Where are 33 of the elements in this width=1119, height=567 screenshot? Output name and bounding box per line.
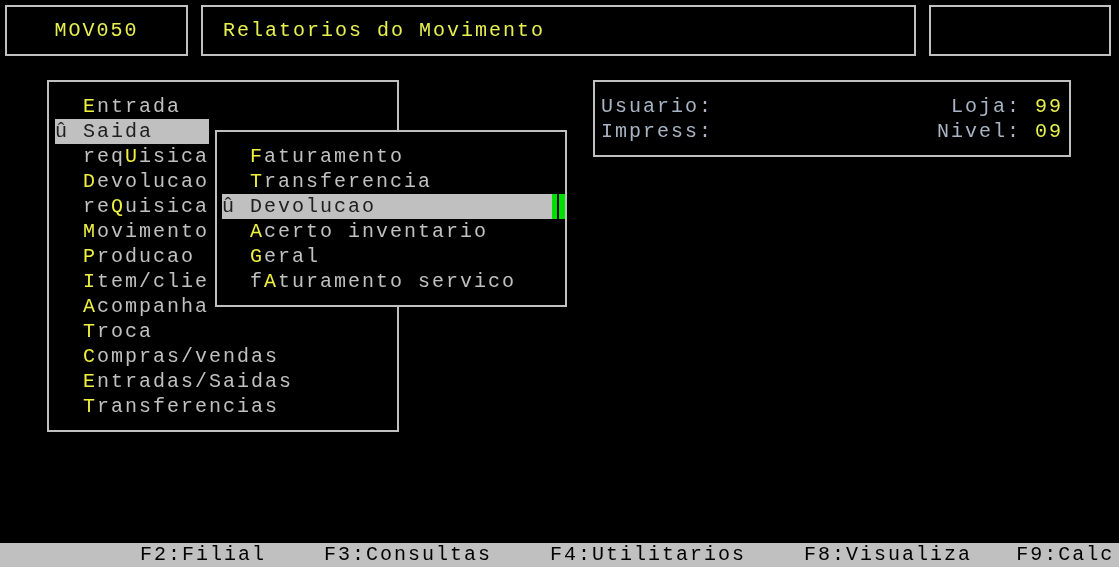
screen-title: Relatorios do Movimento [201,5,916,56]
function-key[interactable]: F3:Consultas [324,543,493,567]
field-value: 09 [1035,119,1063,144]
menu-item[interactable]: Troca [55,319,158,344]
field-label: Impress: [601,119,713,144]
submenu-item[interactable]: Geral [222,244,325,269]
menu-item[interactable]: Acompanha [55,294,214,319]
menu-item[interactable]: û Saida [55,119,209,144]
submenu-item[interactable]: Transferencia [222,169,437,194]
menu-item[interactable]: reQuisica [55,194,214,219]
submenu-item[interactable]: Acerto inventario [222,219,493,244]
function-key[interactable]: F2:Filial [140,543,267,567]
menu-item[interactable]: Entradas/Saidas [55,369,298,394]
menu-item[interactable]: Transferencias [55,394,284,419]
program-code: MOV050 [5,5,188,56]
cursor-block [552,194,565,219]
field-value: 99 [1035,94,1063,119]
function-key[interactable]: F9:Calc [1016,543,1115,567]
menu-item[interactable]: reqUisica [55,144,214,169]
function-key[interactable]: F4:Utilitarios [550,543,747,567]
menu-item[interactable]: Devolucao [55,169,214,194]
function-key[interactable]: F8:Visualiza [804,543,973,567]
menu-item[interactable]: Entrada [55,94,186,119]
menu-item[interactable]: P roducao [55,244,200,269]
field-label: Usuario: [601,94,713,119]
field-label: Loja: [950,94,1021,119]
submenu-item[interactable]: fAturamento servico [222,269,521,294]
submenu-item[interactable]: û Devolucao [222,194,553,219]
menu-item[interactable]: I tem/clie [55,269,214,294]
menu-item[interactable]: Compras/vendas [55,344,284,369]
menu-item[interactable]: Movimento [55,219,214,244]
submenu-item[interactable]: Faturamento [222,144,409,169]
field-label: Nivel: [936,119,1021,144]
